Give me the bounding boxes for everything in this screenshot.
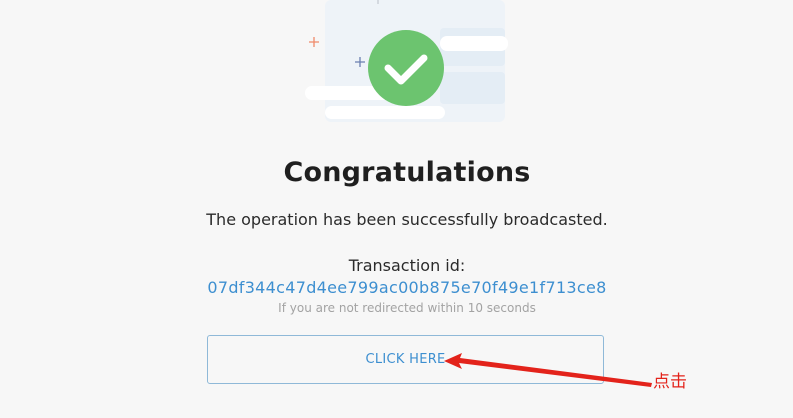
success-checkmark-icon xyxy=(368,30,444,106)
transaction-id-link[interactable]: 07df344c47d4ee799ac00b875e70f49e1f713ce8 xyxy=(0,278,793,297)
success-illustration xyxy=(305,0,508,122)
click-here-label: CLICK HERE xyxy=(365,352,446,367)
redirect-notice: If you are not redirected within 10 seco… xyxy=(278,301,536,315)
transaction-id-label: Transaction id: xyxy=(348,256,466,275)
page-title: Congratulations xyxy=(283,157,531,188)
annotation-label: 点击 xyxy=(653,372,687,392)
success-message: The operation has been successfully broa… xyxy=(206,210,608,229)
annotation-arrow xyxy=(444,353,652,387)
